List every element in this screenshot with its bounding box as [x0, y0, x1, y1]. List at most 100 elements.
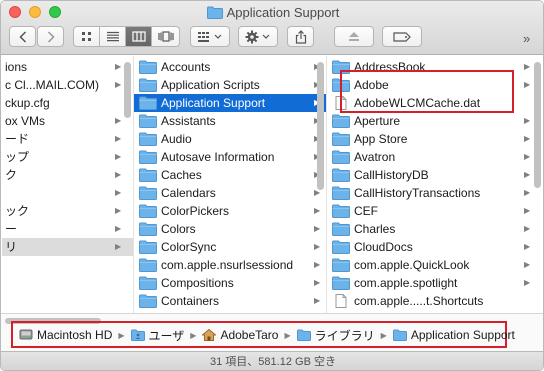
- item-label: Colors: [161, 222, 196, 236]
- titlebar: Application Support »: [1, 1, 543, 55]
- file-item-com-apple-t-shortcuts[interactable]: com.apple.....t.Shortcuts: [327, 292, 543, 310]
- disclosure-arrow-icon: ▶: [524, 116, 531, 125]
- folder-item-cef[interactable]: CEF ▶: [327, 202, 543, 220]
- folder-icon: [332, 60, 350, 74]
- disclosure-arrow-icon: ▶: [314, 224, 321, 233]
- column-application-support-scrollbar[interactable]: [534, 62, 541, 188]
- list-item[interactable]: ック ▶: [2, 202, 133, 220]
- disclosure-arrow-icon: ▶: [524, 260, 531, 269]
- arrange-button[interactable]: [190, 26, 230, 47]
- folder-icon: [332, 204, 350, 218]
- cover-flow-icon: [157, 31, 174, 42]
- crumb-label: ライブラリ: [314, 328, 375, 343]
- item-label: Caches: [161, 168, 202, 182]
- home-icon: [202, 329, 217, 341]
- folder-item-autosave-information[interactable]: Autosave Information▶: [134, 148, 326, 166]
- column-parent-scrollbar[interactable]: [124, 62, 131, 118]
- action-button[interactable]: [238, 26, 278, 47]
- folder-item-calendars[interactable]: Calendars ▶: [134, 184, 326, 202]
- column-library: Accounts▶Application Scripts▶Application…: [134, 56, 327, 313]
- icon-view-icon: [81, 31, 91, 41]
- crumb-macintosh-hd[interactable]: Macintosh HD: [19, 328, 112, 342]
- column-view-icon: [131, 31, 146, 42]
- eject-button[interactable]: [334, 26, 374, 47]
- disclosure-arrow-icon: ▶: [524, 206, 531, 215]
- horizontal-scrollbar[interactable]: [5, 318, 101, 324]
- folder-item-containers[interactable]: Containers ▶: [134, 292, 326, 310]
- list-item[interactable]: ckup.cfg: [2, 94, 133, 112]
- folder-item-callhistorytransactions[interactable]: CallHistoryTransactions ▶: [327, 184, 543, 202]
- folder-item-assistants[interactable]: Assistants▶: [134, 112, 326, 130]
- folder-icon: [332, 276, 350, 290]
- folder-icon: [332, 114, 350, 128]
- forward-button[interactable]: [37, 26, 64, 47]
- folder-item-accounts[interactable]: Accounts▶: [134, 58, 326, 76]
- toolbar-overflow-button[interactable]: »: [523, 31, 530, 46]
- back-button[interactable]: [9, 26, 36, 47]
- folder-item-com-apple-nsurlsessiond[interactable]: com.apple.nsurlsessiond ▶: [134, 256, 326, 274]
- breadcrumb: Macintosh HD ▶ ユーザ ▶ AdobeTaro ▶ ライブラリ ▶…: [19, 327, 515, 344]
- crumb-library[interactable]: ライブラリ: [296, 327, 375, 344]
- item-label: ー: [5, 222, 18, 236]
- folder-item-audio[interactable]: Audio▶: [134, 130, 326, 148]
- folder-item-colorpickers[interactable]: ColorPickers ▶: [134, 202, 326, 220]
- folder-item-colorsync[interactable]: ColorSync ▶: [134, 238, 326, 256]
- folder-item-caches[interactable]: Caches▶: [134, 166, 326, 184]
- disclosure-arrow-icon: ▶: [524, 278, 531, 287]
- disclosure-arrow-icon: ▶: [524, 134, 531, 143]
- item-label: com.apple.QuickLook: [354, 258, 470, 272]
- list-item[interactable]: [2, 256, 133, 274]
- disclosure-arrow-icon: ▶: [524, 62, 531, 71]
- item-label: CallHistoryDB: [354, 168, 429, 182]
- item-label: Adobe: [354, 78, 389, 92]
- folder-item-avatron[interactable]: Avatron ▶: [327, 148, 543, 166]
- folder-item-adobe[interactable]: Adobe ▶: [327, 76, 543, 94]
- crumb-application-support[interactable]: Application Support: [392, 328, 515, 342]
- folder-item-callhistorydb[interactable]: CallHistoryDB ▶: [327, 166, 543, 184]
- item-label: ップ: [5, 150, 30, 164]
- crumb-home[interactable]: AdobeTaro: [202, 328, 278, 342]
- file-item-adobewlcmcache-dat[interactable]: AdobeWLCMCache.dat: [327, 94, 543, 112]
- column-library-scrollbar[interactable]: [317, 62, 324, 190]
- share-button[interactable]: [287, 26, 314, 47]
- column-view-button[interactable]: [125, 26, 152, 47]
- window-title-area: Application Support: [1, 5, 543, 20]
- disclosure-arrow-icon: ▶: [524, 152, 531, 161]
- disclosure-arrow-icon: ▶: [115, 188, 122, 197]
- folder-icon: [332, 222, 350, 236]
- folder-item-compositions[interactable]: Compositions ▶: [134, 274, 326, 292]
- folder-item-com-apple-spotlight[interactable]: com.apple.spotlight ▶: [327, 274, 543, 292]
- disclosure-arrow-icon: ▶: [314, 296, 321, 305]
- list-item[interactable]: ード ▶: [2, 130, 133, 148]
- list-item[interactable]: ク ▶: [2, 166, 133, 184]
- list-item[interactable]: ox VMs ▶: [2, 112, 133, 130]
- list-item[interactable]: c Cl...MAIL.COM) ▶: [2, 76, 133, 94]
- list-item[interactable]: ▶: [2, 184, 133, 202]
- cover-flow-button[interactable]: [151, 26, 180, 47]
- back-icon: [18, 30, 26, 43]
- folder-item-addressbook[interactable]: AddressBook ▶: [327, 58, 543, 76]
- item-label: ColorSync: [161, 240, 217, 254]
- list-item[interactable]: リ ▶: [2, 238, 133, 256]
- item-label: Calendars: [161, 186, 216, 200]
- list-item[interactable]: [2, 274, 133, 292]
- disclosure-arrow-icon: ▶: [115, 62, 122, 71]
- tag-button[interactable]: [382, 26, 422, 47]
- folder-item-application-scripts[interactable]: Application Scripts▶: [134, 76, 326, 94]
- list-view-button[interactable]: [99, 26, 126, 47]
- folder-item-com-apple-quicklook[interactable]: com.apple.QuickLook ▶: [327, 256, 543, 274]
- disclosure-arrow-icon: ▶: [314, 278, 321, 287]
- icon-view-button[interactable]: [73, 26, 100, 47]
- list-item[interactable]: ー ▶: [2, 220, 133, 238]
- folder-icon: [332, 168, 350, 182]
- folder-item-clouddocs[interactable]: CloudDocs ▶: [327, 238, 543, 256]
- list-item[interactable]: ions ▶: [2, 58, 133, 76]
- folder-item-colors[interactable]: Colors ▶: [134, 220, 326, 238]
- chevron-right-icon: ▶: [380, 330, 387, 340]
- crumb-users[interactable]: ユーザ: [130, 327, 184, 344]
- list-item[interactable]: ップ ▶: [2, 148, 133, 166]
- folder-item-charles[interactable]: Charles ▶: [327, 220, 543, 238]
- folder-item-application-support[interactable]: Application Support▶: [134, 94, 326, 112]
- folder-item-app-store[interactable]: App Store ▶: [327, 130, 543, 148]
- folder-item-aperture[interactable]: Aperture ▶: [327, 112, 543, 130]
